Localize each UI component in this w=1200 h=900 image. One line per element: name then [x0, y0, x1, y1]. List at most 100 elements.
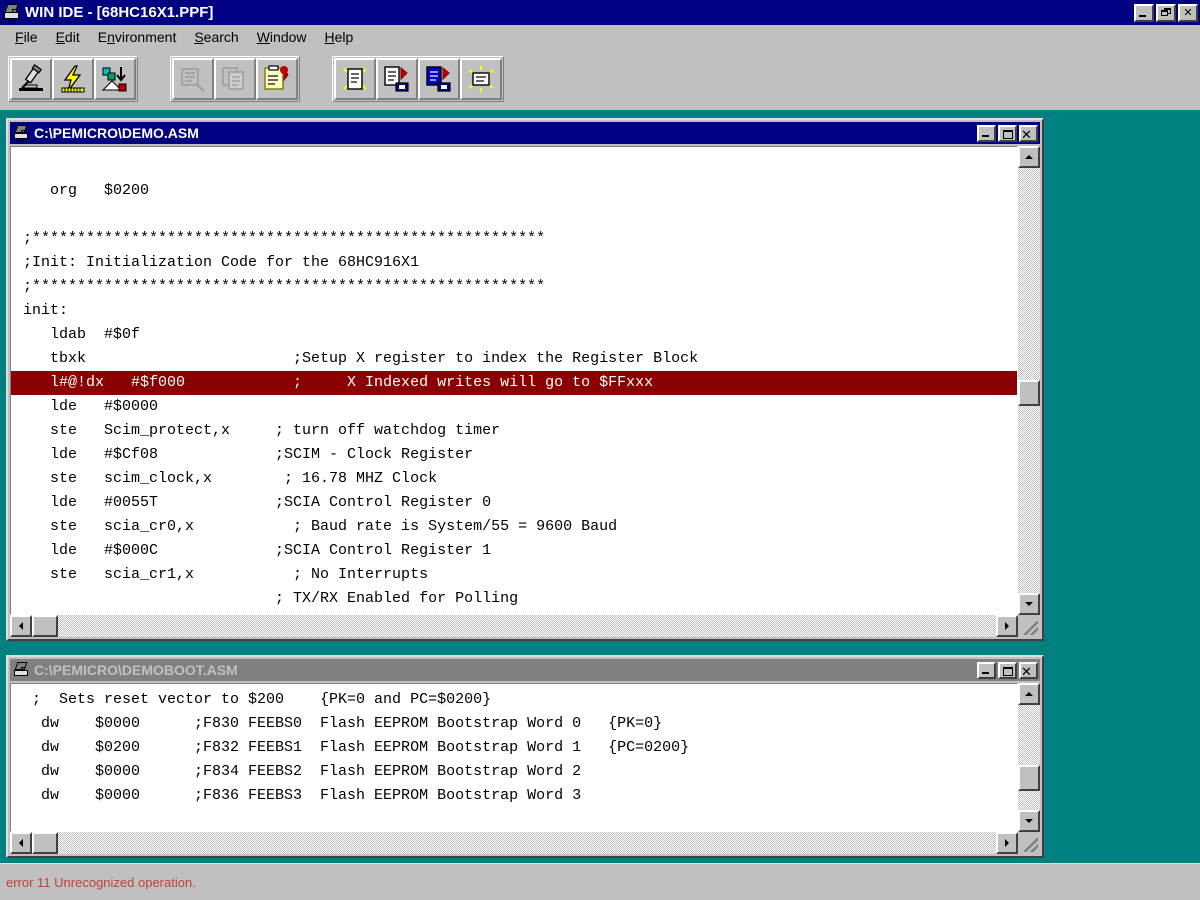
cut-icon	[178, 64, 208, 94]
horizontal-scroll-thumb[interactable]	[32, 615, 58, 637]
scroll-down-button[interactable]	[1018, 593, 1040, 615]
demoboot-asm-editor[interactable]: ; Sets reset vector to $200 {PK=0 and PC…	[10, 683, 1018, 832]
arrow-down-icon	[1025, 602, 1033, 606]
code-line: ste Scim_protect,x ; turn off watchdog t…	[11, 419, 1017, 443]
code-line: dw $0000 ;F836 FEEBS3 Flash EEPROM Boots…	[11, 784, 1017, 808]
demo-asm-vertical-scrollbar[interactable]	[1018, 146, 1040, 615]
application-window: WIN IDE - [68HC16X1.PPF] ✕ File Edit Env…	[0, 0, 1200, 900]
new-file-button[interactable]	[334, 58, 376, 100]
scroll-down-button[interactable]	[1018, 810, 1040, 832]
horizontal-scroll-thumb[interactable]	[32, 832, 58, 854]
arrow-down-icon	[1025, 819, 1033, 823]
demoboot-asm-body: ; Sets reset vector to $200 {PK=0 and PC…	[10, 683, 1040, 832]
code-line: org $0200	[11, 179, 1017, 203]
menu-item-environment[interactable]: Environment	[89, 27, 186, 47]
vertical-scroll-track[interactable]	[1018, 168, 1040, 593]
scroll-left-button[interactable]	[10, 615, 32, 637]
demo-asm-window[interactable]: C:\PEMICRO\DEMO.ASM ✕ org $0200 ;*****	[6, 118, 1044, 641]
scroll-right-button[interactable]	[996, 832, 1018, 854]
toolbar-group-file	[332, 56, 504, 102]
arrow-right-icon	[1005, 839, 1009, 847]
code-line: ste scia_cr1,x ; No Interrupts	[11, 563, 1017, 587]
menu-item-edit[interactable]: Edit	[47, 27, 89, 47]
code-line: dw $0000 ;F830 FEEBS0 Flash EEPROM Boots…	[11, 712, 1017, 736]
horizontal-scroll-track[interactable]	[32, 832, 996, 854]
code-line: ste scim_clock,x ; 16.78 MHZ Clock	[11, 467, 1017, 491]
lightning-bolt-icon	[58, 64, 88, 94]
code-line: lde #$0000	[11, 395, 1017, 419]
minimize-icon	[1136, 6, 1152, 20]
arrow-left-icon	[19, 839, 23, 847]
paste-button[interactable]	[256, 58, 298, 100]
demo-asm-titlebar[interactable]: C:\PEMICRO\DEMO.ASM ✕	[10, 122, 1040, 144]
assemble-button[interactable]	[460, 58, 502, 100]
menu-item-search[interactable]: Search	[185, 27, 247, 47]
arrow-up-icon	[1025, 155, 1033, 159]
close-button[interactable]: ✕	[1178, 4, 1198, 22]
restore-icon	[1158, 6, 1174, 20]
code-line: init:	[11, 299, 1017, 323]
lightning-button[interactable]	[52, 58, 94, 100]
menubar: File Edit Environment Search Window Help	[0, 25, 1200, 49]
restore-button[interactable]	[1156, 4, 1176, 22]
maximize-button[interactable]	[998, 125, 1017, 142]
scroll-up-button[interactable]	[1018, 146, 1040, 168]
microscope-button[interactable]	[10, 58, 52, 100]
demoboot-asm-horizontal-scrollbar[interactable]	[10, 832, 1040, 854]
vertical-scroll-thumb[interactable]	[1018, 380, 1040, 406]
arrow-up-icon	[1025, 692, 1033, 696]
open-file-button[interactable]	[376, 58, 418, 100]
code-line: ste scia_cr0,x ; Baud rate is System/55 …	[11, 515, 1017, 539]
mdi-client-area: C:\PEMICRO\DEMO.ASM ✕ org $0200 ;*****	[0, 110, 1200, 863]
menu-item-file[interactable]: File	[6, 27, 47, 47]
demo-asm-editor[interactable]: org $0200 ;*****************************…	[10, 146, 1018, 615]
resize-grip[interactable]	[1018, 615, 1040, 637]
code-line: ; Sets reset vector to $200 {PK=0 and PC…	[11, 688, 1017, 712]
resize-grip[interactable]	[1018, 832, 1040, 854]
close-button[interactable]: ✕	[1019, 125, 1038, 142]
minimize-button[interactable]	[1134, 4, 1154, 22]
main-window-controls: ✕	[1134, 4, 1198, 22]
code-line: ;***************************************…	[11, 227, 1017, 251]
ide-app-icon	[3, 4, 21, 21]
demo-asm-horizontal-scrollbar[interactable]	[10, 615, 1040, 637]
cut-button[interactable]	[172, 58, 214, 100]
code-line: tbxk ;Setup X register to index the Regi…	[11, 347, 1017, 371]
vertical-scroll-thumb[interactable]	[1018, 765, 1040, 791]
demoboot-asm-code[interactable]: ; Sets reset vector to $200 {PK=0 and PC…	[11, 684, 1017, 808]
code-line: dw $0000 ;F834 FEEBS2 Flash EEPROM Boots…	[11, 760, 1017, 784]
demo-asm-body: org $0200 ;*****************************…	[10, 146, 1040, 615]
copy-button[interactable]	[214, 58, 256, 100]
demo-asm-code[interactable]: org $0200 ;*****************************…	[11, 147, 1017, 611]
minimize-button[interactable]	[977, 662, 996, 679]
demoboot-asm-title-text: C:\PEMICRO\DEMOBOOT.ASM	[34, 662, 977, 678]
code-line	[11, 203, 1017, 227]
main-titlebar: WIN IDE - [68HC16X1.PPF] ✕	[0, 0, 1200, 25]
demo-asm-title-text: C:\PEMICRO\DEMO.ASM	[34, 125, 977, 141]
scroll-left-button[interactable]	[10, 832, 32, 854]
demo-asm-window-controls: ✕	[977, 125, 1038, 142]
vertical-scroll-track[interactable]	[1018, 705, 1040, 810]
maximize-button[interactable]	[998, 662, 1017, 679]
new-document-icon	[340, 64, 370, 94]
assemble-icon	[466, 64, 496, 94]
download-objects-button[interactable]	[94, 58, 136, 100]
save-file-button[interactable]	[418, 58, 460, 100]
toolbar-group-debug	[8, 56, 138, 102]
code-line: dw $0200 ;F832 FEEBS1 Flash EEPROM Boots…	[11, 736, 1017, 760]
microscope-icon	[16, 64, 46, 94]
menu-item-window[interactable]: Window	[248, 27, 316, 47]
demoboot-asm-window[interactable]: C:\PEMICRO\DEMOBOOT.ASM ✕ ; Sets reset v…	[6, 655, 1044, 858]
menu-item-help[interactable]: Help	[316, 27, 363, 47]
code-line: lde #$Cf08 ;SCIM - Clock Register	[11, 443, 1017, 467]
demoboot-asm-vertical-scrollbar[interactable]	[1018, 683, 1040, 832]
minimize-button[interactable]	[977, 125, 996, 142]
scroll-up-button[interactable]	[1018, 683, 1040, 705]
scroll-right-button[interactable]	[996, 615, 1018, 637]
horizontal-scroll-track[interactable]	[32, 615, 996, 637]
demoboot-asm-titlebar[interactable]: C:\PEMICRO\DEMOBOOT.ASM ✕	[10, 659, 1040, 681]
copy-icon	[220, 64, 250, 94]
statusbar: error 11 Unrecognized operation.	[0, 863, 1200, 900]
demoboot-asm-window-controls: ✕	[977, 662, 1038, 679]
close-button[interactable]: ✕	[1019, 662, 1038, 679]
